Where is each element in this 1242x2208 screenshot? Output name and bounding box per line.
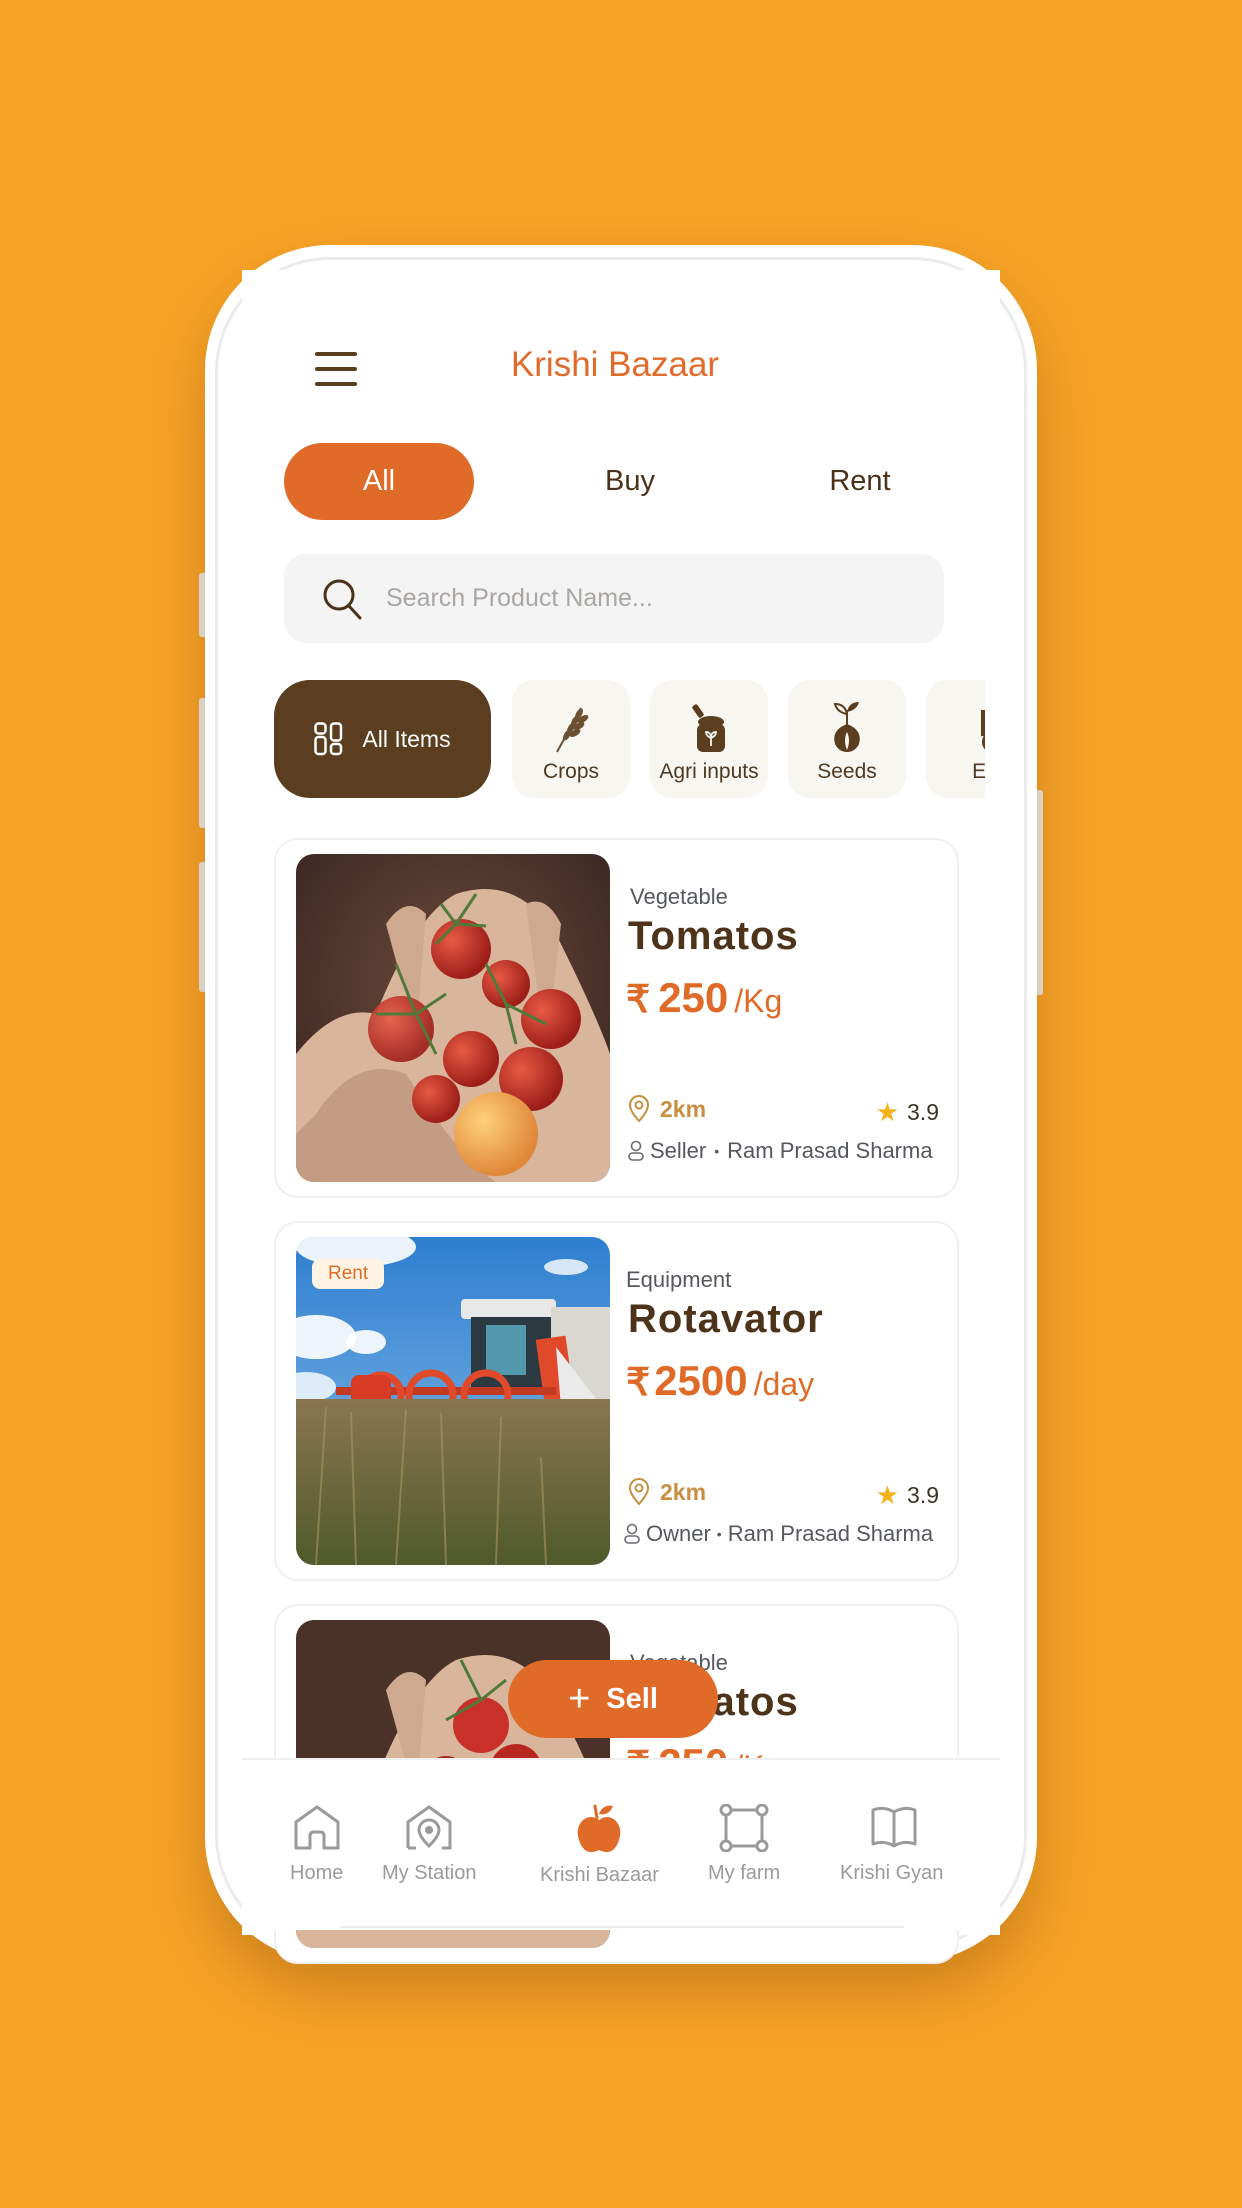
- product-image: Rent: [296, 1237, 610, 1565]
- product-category: Vegetable: [630, 884, 728, 909]
- category-chips[interactable]: All Items Crops Agri inputs Seeds E: [274, 680, 985, 800]
- category-label: All Items: [362, 725, 451, 752]
- currency-symbol: ₹: [626, 1362, 651, 1404]
- star-icon: ★: [875, 1480, 900, 1510]
- nav-my-farm[interactable]: My farm: [708, 1804, 780, 1885]
- tab-label: Buy: [605, 465, 655, 497]
- user-icon: [624, 1523, 640, 1544]
- price-unit: /day: [753, 1366, 815, 1402]
- tractor-icon: [981, 710, 985, 750]
- rating-value: 3.9: [907, 1482, 939, 1508]
- separator-dot: •: [716, 1526, 722, 1542]
- product-card[interactable]: Rent Equipment Rotavator ₹ 2500 /day 2km…: [274, 1221, 959, 1581]
- price-amount: 250: [658, 974, 729, 1021]
- apple-icon: [578, 1804, 621, 1852]
- price-amount: 2500: [654, 1357, 748, 1404]
- home-indicator: [340, 1926, 904, 1928]
- category-agri-inputs[interactable]: Agri inputs: [650, 680, 768, 798]
- distance-value: 2km: [660, 1095, 707, 1122]
- rating-value: 3.9: [907, 1099, 939, 1125]
- fertilizer-bag-icon: [692, 704, 725, 752]
- sell-label: Sell: [606, 1682, 658, 1715]
- category-label: Agri inputs: [659, 760, 759, 783]
- nav-label: My Station: [382, 1862, 477, 1884]
- home-icon: [294, 1805, 340, 1850]
- nav-label: Krishi Gyan: [840, 1862, 944, 1884]
- category-equip[interactable]: Equip: [926, 680, 985, 798]
- star-icon: ★: [875, 1097, 900, 1127]
- distance-value: 2km: [660, 1478, 707, 1505]
- product-seller: Seller • Ram Prasad Sharma: [628, 1138, 933, 1164]
- plus-icon: +: [568, 1678, 591, 1720]
- product-name: Tomatos: [628, 914, 799, 958]
- tab-label: Rent: [829, 465, 891, 497]
- category-label: Crops: [542, 760, 600, 783]
- separator-dot: •: [714, 1143, 720, 1159]
- product-category: Equipment: [626, 1267, 732, 1292]
- grid-icon: [314, 722, 343, 756]
- seller-name: Ram Prasad Sharma: [727, 1138, 933, 1163]
- category-crops[interactable]: Crops: [512, 680, 630, 798]
- nav-home[interactable]: Home: [290, 1804, 343, 1885]
- nav-label: Home: [290, 1862, 344, 1884]
- nav-krishi-bazaar[interactable]: Krishi Bazaar: [540, 1804, 659, 1887]
- screen-right-edge: [1000, 380, 1018, 1800]
- rent-badge: Rent: [312, 1259, 385, 1289]
- location-pin-icon: [628, 1095, 650, 1123]
- product-image: [296, 854, 610, 1182]
- search-bar[interactable]: [284, 554, 944, 643]
- seed-sprout-icon: [833, 702, 860, 752]
- tab-rent[interactable]: Rent: [790, 443, 930, 520]
- nav-my-station[interactable]: My Station: [382, 1804, 476, 1885]
- price-unit: /Kg: [734, 983, 783, 1019]
- product-name: Rotavator: [628, 1297, 824, 1341]
- tab-all[interactable]: All: [284, 443, 474, 520]
- hamburger-menu-icon[interactable]: [315, 352, 357, 388]
- category-all-items[interactable]: All Items: [274, 680, 491, 798]
- currency-symbol: ₹: [626, 979, 651, 1021]
- wheat-icon: [556, 707, 589, 753]
- product-card[interactable]: Vegetable Tomatos ₹ 250 /Kg 2km ★ 3.9 Se…: [274, 838, 959, 1198]
- product-distance: 2km: [628, 1478, 706, 1506]
- seller-name: Ram Prasad Sharma: [727, 1521, 934, 1546]
- user-icon: [628, 1140, 644, 1161]
- category-label: Equip: [972, 760, 985, 783]
- product-rating: ★ 3.9: [876, 1480, 939, 1511]
- tab-buy[interactable]: Buy: [560, 443, 700, 520]
- nav-krishi-gyan[interactable]: Krishi Gyan: [840, 1804, 948, 1885]
- seller-role: Seller: [650, 1138, 707, 1163]
- product-price: ₹ 2500 /day: [626, 1357, 814, 1405]
- farm-boundary-icon: [719, 1804, 769, 1852]
- seller-role: Owner: [646, 1521, 711, 1546]
- nav-label: Krishi Bazaar: [540, 1864, 659, 1886]
- station-pin-icon: [406, 1805, 452, 1850]
- page-title: Krishi Bazaar: [510, 345, 720, 384]
- book-icon: [871, 1806, 917, 1848]
- product-rating: ★ 3.9: [876, 1097, 939, 1128]
- location-pin-icon: [628, 1478, 650, 1506]
- bottom-navigation: Home My Station Krishi Bazaar My farm Kr…: [242, 1758, 1000, 1930]
- search-icon: [323, 579, 362, 619]
- product-price: ₹ 250 /Kg: [626, 974, 782, 1022]
- product-seller: Owner • Ram Prasad Sharma: [624, 1521, 933, 1547]
- nav-label: My farm: [708, 1862, 781, 1884]
- search-input[interactable]: [386, 584, 906, 613]
- category-seeds[interactable]: Seeds: [788, 680, 906, 798]
- tab-label: All: [362, 465, 396, 497]
- product-distance: 2km: [628, 1095, 706, 1123]
- category-label: Seeds: [817, 760, 877, 783]
- sell-button[interactable]: + Sell: [508, 1660, 718, 1738]
